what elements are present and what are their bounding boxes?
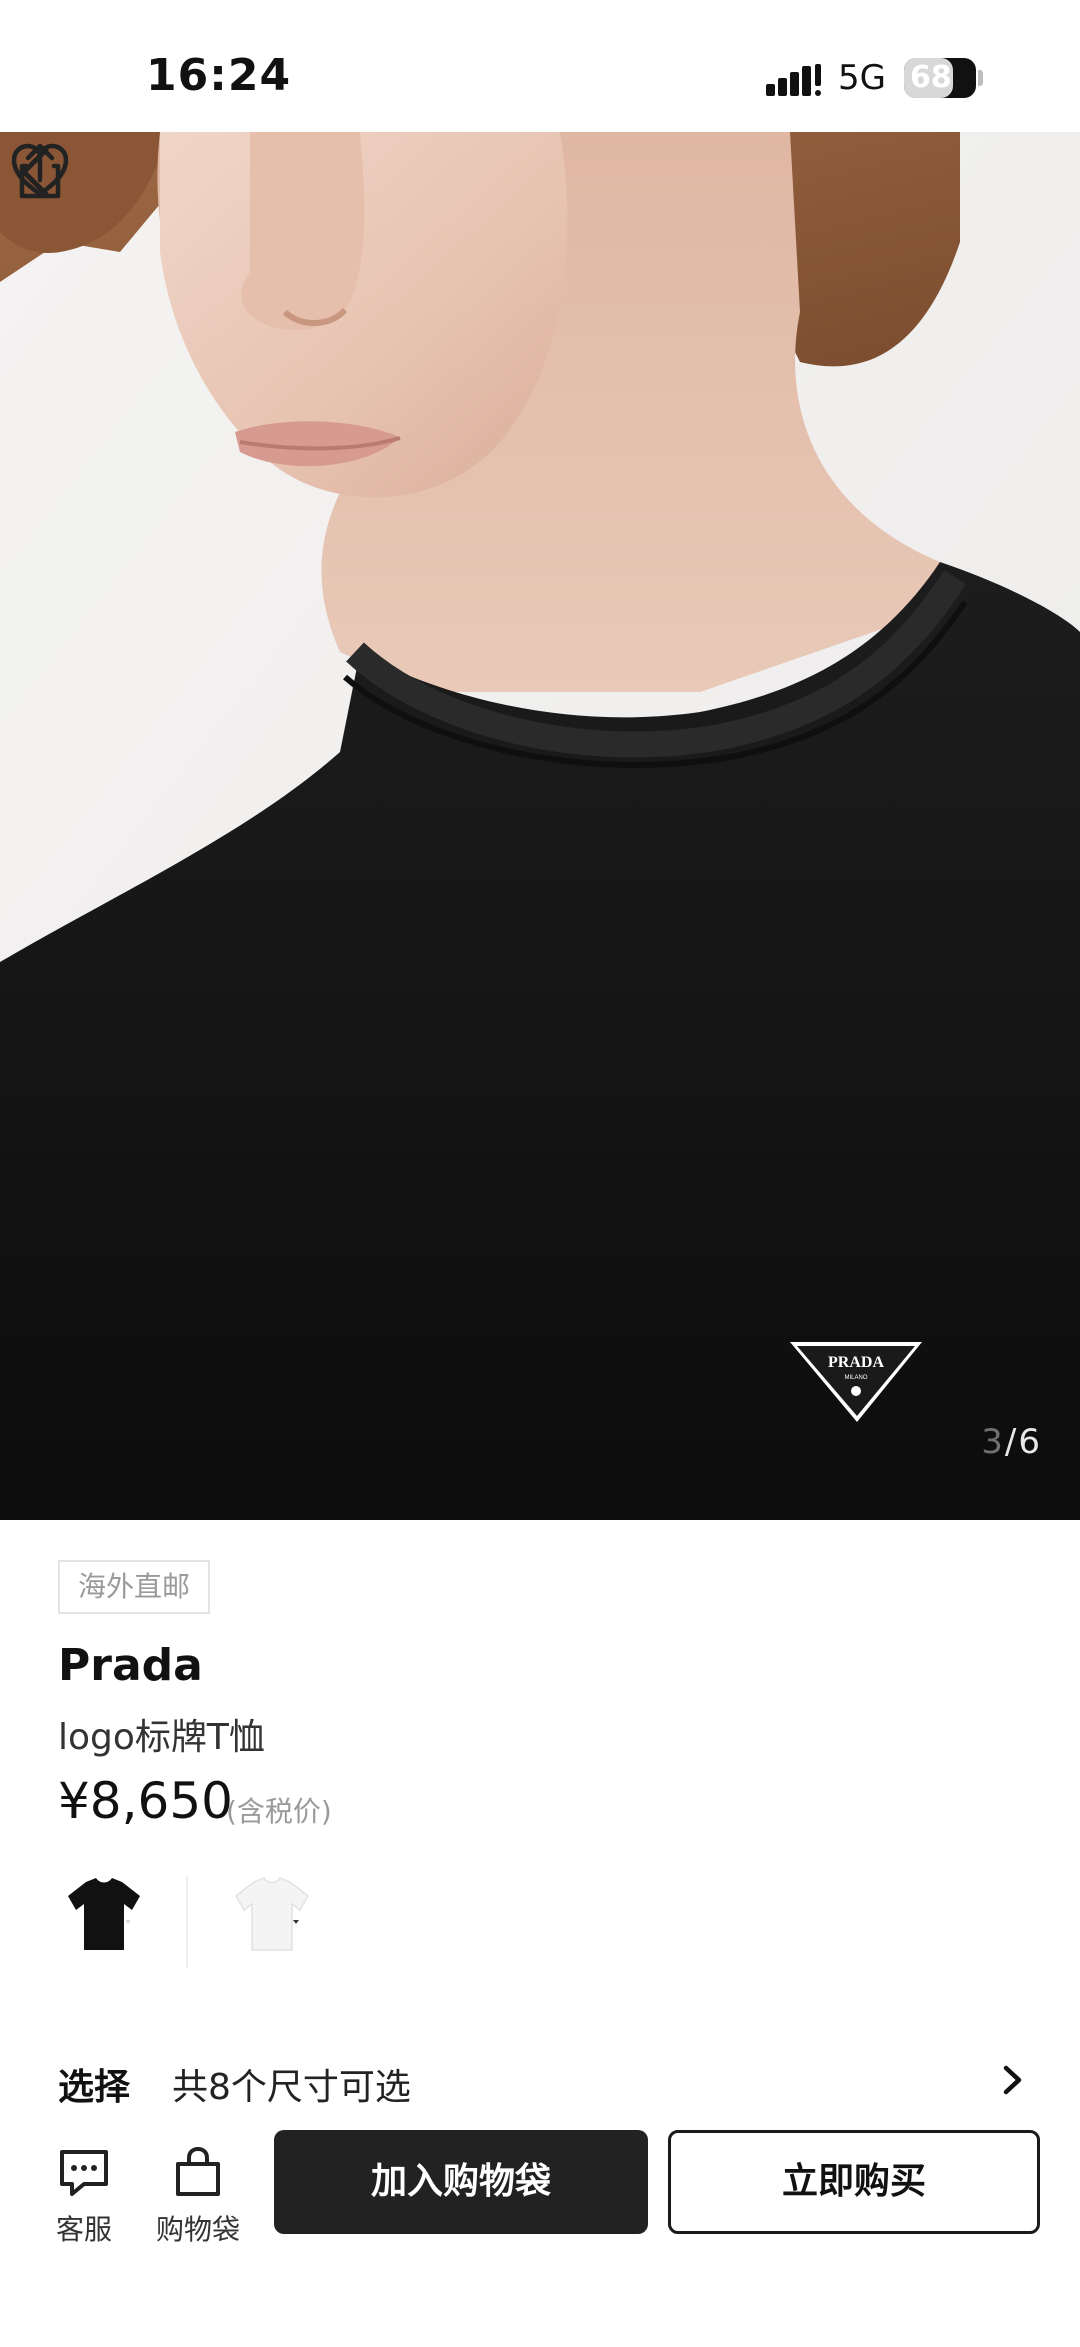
brand-name[interactable]: Prada (58, 1640, 203, 1691)
add-to-bag-button[interactable]: 加入购物袋 (274, 2130, 648, 2234)
tshirt-thumbnail-black (68, 1878, 140, 1950)
shopping-bag-icon (176, 2146, 220, 2196)
tshirt-thumbnail-white (235, 1877, 309, 1951)
customer-service-button[interactable]: 客服 (34, 2136, 134, 2256)
network-type: 5G (838, 58, 886, 98)
product-price: ¥8,650 (58, 1772, 233, 1830)
status-time: 16:24 (146, 50, 292, 101)
buy-now-button[interactable]: 立即购买 (668, 2130, 1040, 2234)
logo-text: PRADA (828, 1354, 884, 1371)
image-page-indicator: 3/6 (981, 1422, 1042, 1462)
status-bar: 16:24 5G 68 (0, 0, 1080, 132)
battery-percent: 68 (910, 60, 952, 95)
shopping-bag-label: 购物袋 (155, 2213, 240, 2246)
chat-icon (60, 2150, 108, 2196)
color-swatch-white[interactable] (220, 1862, 324, 1966)
product-title: logo标牌T恤 (58, 1717, 265, 1758)
chevron-right-icon (1003, 2065, 1022, 2095)
size-select-row[interactable]: 选择 共8个尺寸可选 (0, 2040, 1080, 2120)
shipping-tag: 海外直邮 (58, 1560, 211, 1614)
customer-service-label: 客服 (55, 2213, 112, 2246)
size-select-value: 共8个尺寸可选 (172, 2067, 411, 2108)
image-page-total: /6 (1004, 1422, 1042, 1462)
bottom-action-bar: 客服 购物袋 加入购物袋 立即购买 (0, 2120, 1080, 2347)
battery-nub (978, 70, 983, 86)
signal-icon (766, 64, 821, 96)
favorite-button[interactable] (0, 132, 80, 212)
heart-icon (11, 143, 69, 197)
image-page-current: 3 (981, 1422, 1005, 1462)
logo-subtext: MILANO (844, 1375, 867, 1381)
product-photo: PRADA MILANO (0, 132, 1080, 1520)
product-image-gallery[interactable]: PRADA MILANO 3/6 (0, 132, 1080, 1520)
battery-icon: 68 (904, 58, 976, 98)
swatch-divider (186, 1876, 188, 1968)
shopping-bag-button[interactable]: 购物袋 (148, 2136, 248, 2256)
color-swatch-black[interactable] (52, 1862, 156, 1966)
price-note: (含税价) (226, 1795, 332, 1828)
size-select-label: 选择 (58, 2067, 131, 2108)
